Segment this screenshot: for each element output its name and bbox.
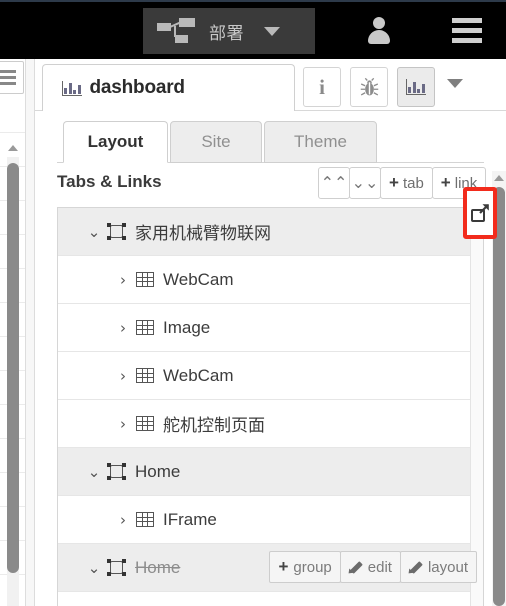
external-link-icon bbox=[470, 203, 490, 222]
tab-layout[interactable]: Layout bbox=[63, 121, 168, 163]
pencil-icon bbox=[349, 560, 363, 574]
tree-scrollbar[interactable] bbox=[470, 208, 483, 606]
tree-row-label: Home bbox=[135, 557, 181, 577]
deploy-label: 部署 bbox=[209, 23, 244, 44]
tree-row-label: WebCam bbox=[163, 365, 234, 385]
group-row-label: group bbox=[293, 558, 332, 576]
tree-row[interactable]: › 舵机控制页面 bbox=[58, 400, 483, 448]
layout-row-label: layout bbox=[427, 558, 468, 576]
tab-site-label: Site bbox=[201, 132, 231, 151]
caret-down-icon bbox=[447, 79, 463, 88]
tree-row[interactable]: ⌄ 家用机械臂物联网 bbox=[58, 208, 483, 256]
tree-row[interactable]: › WebCam bbox=[58, 256, 483, 304]
chevron-right-icon[interactable]: › bbox=[110, 319, 136, 337]
tab-theme-label: Theme bbox=[294, 132, 347, 151]
group-row-button[interactable]: + group bbox=[269, 551, 341, 583]
panel-divider bbox=[26, 59, 35, 606]
tree-row-label: Image bbox=[163, 317, 211, 337]
sitemap-icon bbox=[157, 17, 199, 45]
plus-icon: + bbox=[389, 173, 399, 192]
open-external-button[interactable] bbox=[469, 193, 491, 231]
editor-panel: dashboard i Layout Site Theme Tabs & Lin… bbox=[35, 59, 506, 606]
section-title: Tabs & Links bbox=[57, 172, 162, 191]
double-chevron-up-icon: ⌃⌃ bbox=[320, 173, 348, 192]
tab-group-icon bbox=[107, 223, 126, 240]
hamburger-menu-icon[interactable] bbox=[452, 18, 482, 43]
double-chevron-down-icon: ⌄⌄ bbox=[351, 173, 379, 192]
tab-dashboard[interactable]: dashboard bbox=[42, 64, 295, 111]
tab-site[interactable]: Site bbox=[170, 121, 262, 163]
edit-row-button[interactable]: edit bbox=[339, 551, 401, 583]
grid-table-icon bbox=[136, 272, 154, 287]
external-link-highlight bbox=[463, 187, 497, 239]
bar-chart-icon bbox=[406, 79, 426, 95]
user-avatar-icon[interactable] bbox=[366, 17, 392, 46]
tree-row[interactable]: › WebCam bbox=[58, 352, 483, 400]
chevron-down-icon[interactable]: ⌄ bbox=[81, 559, 107, 577]
tab-group-icon bbox=[107, 463, 126, 480]
tab-layout-label: Layout bbox=[87, 132, 144, 151]
tab-group-icon bbox=[107, 559, 126, 576]
sidebar-hamburger-menu-icon[interactable] bbox=[0, 61, 24, 94]
scroll-up-arrow-icon[interactable] bbox=[494, 175, 504, 181]
edit-row-label: edit bbox=[367, 558, 392, 576]
tree-row-actions: + group edit layout bbox=[269, 551, 477, 583]
debug-icon-button[interactable] bbox=[350, 67, 388, 107]
tree-row[interactable]: › Image bbox=[58, 304, 483, 352]
add-tab-button[interactable]: + tab bbox=[380, 167, 433, 199]
tree-row-label: 舵机控制页面 bbox=[163, 416, 265, 435]
tab-theme[interactable]: Theme bbox=[264, 121, 377, 163]
chevron-right-icon[interactable]: › bbox=[110, 511, 136, 529]
info-icon-button[interactable]: i bbox=[303, 67, 341, 107]
tree-row-label: 家用机械臂物联网 bbox=[135, 224, 271, 243]
chevron-right-icon[interactable]: › bbox=[110, 367, 136, 385]
tree-rows-container: ⌄ 家用机械臂物联网 › WebCam › Image › WebCam › 舵机控制页面 ⌄ Hom… bbox=[58, 208, 483, 592]
plus-icon: + bbox=[440, 173, 451, 192]
chevron-right-icon[interactable]: › bbox=[110, 271, 136, 289]
info-icon: i bbox=[319, 74, 325, 99]
chart-icon-button[interactable] bbox=[397, 67, 435, 107]
chevron-down-icon[interactable]: ⌄ bbox=[81, 463, 107, 481]
grid-table-icon bbox=[136, 368, 154, 383]
left-sidebar-strip bbox=[0, 59, 26, 606]
expand-all-button[interactable]: ⌄⌄ bbox=[349, 167, 381, 199]
editor-tab-row: dashboard i bbox=[35, 59, 506, 111]
sidebar-scrollbar-thumb[interactable] bbox=[7, 163, 19, 573]
tree-row[interactable]: ⌄ Home + group edit layout bbox=[58, 544, 483, 592]
scroll-up-arrow-icon[interactable] bbox=[8, 145, 18, 151]
external-arrow-icon bbox=[478, 203, 489, 214]
tree-row-label: WebCam bbox=[163, 269, 234, 289]
layout-row-button[interactable]: layout bbox=[399, 551, 477, 583]
collapse-all-button[interactable]: ⌃⌃ bbox=[318, 167, 350, 199]
pencil-icon bbox=[409, 560, 423, 574]
plus-icon: + bbox=[278, 557, 289, 576]
grid-table-icon bbox=[136, 416, 154, 431]
tabs-links-toolbar: ⌃⌃ ⌄⌄ + tab + link bbox=[318, 167, 487, 199]
grid-table-icon bbox=[136, 320, 154, 335]
tabs-links-header: Tabs & Links ⌃⌃ ⌄⌄ + tab + link bbox=[35, 163, 506, 207]
chevron-down-icon[interactable]: ⌄ bbox=[81, 223, 107, 241]
add-tab-label: tab bbox=[402, 174, 424, 192]
caret-down-icon[interactable] bbox=[264, 26, 280, 36]
editor-subtab-row: Layout Site Theme bbox=[35, 111, 506, 163]
tabs-links-tree: ⌄ 家用机械臂物联网 › WebCam › Image › WebCam › 舵机控制页面 ⌄ Hom… bbox=[57, 207, 484, 606]
tree-row[interactable]: ⌄ Home bbox=[58, 448, 483, 496]
tab-options-dropdown[interactable] bbox=[447, 79, 463, 88]
tree-row-label: Home bbox=[135, 461, 181, 481]
top-navigation-bar: 部署 bbox=[0, 0, 506, 59]
sidebar-scrollbar[interactable] bbox=[7, 145, 19, 606]
tree-row-label: IFrame bbox=[163, 509, 217, 529]
deploy-button[interactable]: 部署 bbox=[143, 8, 315, 54]
editor-scrollbar-thumb[interactable] bbox=[493, 187, 505, 606]
chevron-right-icon[interactable]: › bbox=[110, 415, 136, 433]
app-root: 部署 dashboard i Layout Site Theme Tabs & … bbox=[0, 0, 506, 606]
bar-chart-icon bbox=[62, 80, 82, 96]
tab-dashboard-label: dashboard bbox=[89, 77, 186, 98]
tree-row[interactable]: › IFrame bbox=[58, 496, 483, 544]
bug-icon bbox=[360, 77, 378, 96]
grid-table-icon bbox=[136, 512, 154, 527]
